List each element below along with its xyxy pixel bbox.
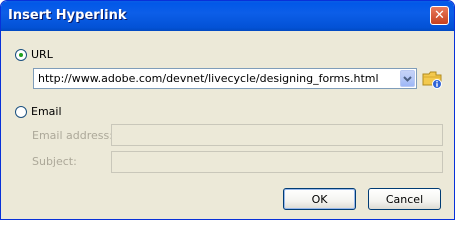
- email-radio-label[interactable]: Email: [31, 105, 62, 118]
- cancel-button[interactable]: Cancel: [368, 188, 441, 210]
- subject-label: Subject:: [32, 155, 77, 168]
- dialog-body: URL http://www.adobe.com/devnet/livecycl…: [1, 31, 454, 219]
- url-combobox[interactable]: http://www.adobe.com/devnet/livecycle/de…: [33, 68, 417, 89]
- close-button[interactable]: ✕: [430, 6, 449, 25]
- folder-browse-icon: [422, 71, 442, 89]
- dialog-title: Insert Hyperlink: [8, 8, 127, 23]
- email-radio[interactable]: [15, 106, 27, 118]
- url-radio[interactable]: [15, 49, 27, 61]
- url-radio-label[interactable]: URL: [31, 48, 53, 61]
- email-address-label: Email address:: [32, 129, 113, 142]
- url-dropdown-button[interactable]: [400, 70, 415, 87]
- subject-field[interactable]: [111, 151, 443, 173]
- close-icon: ✕: [434, 8, 445, 23]
- insert-hyperlink-dialog: Insert Hyperlink ✕ URL http://www.adobe.…: [0, 0, 455, 220]
- title-bar[interactable]: Insert Hyperlink ✕: [1, 1, 454, 31]
- email-address-field[interactable]: [111, 124, 443, 146]
- url-input[interactable]: http://www.adobe.com/devnet/livecycle/de…: [38, 72, 379, 85]
- ok-button[interactable]: OK: [283, 188, 356, 210]
- chevron-down-icon: [403, 75, 412, 82]
- browse-button[interactable]: [422, 69, 442, 89]
